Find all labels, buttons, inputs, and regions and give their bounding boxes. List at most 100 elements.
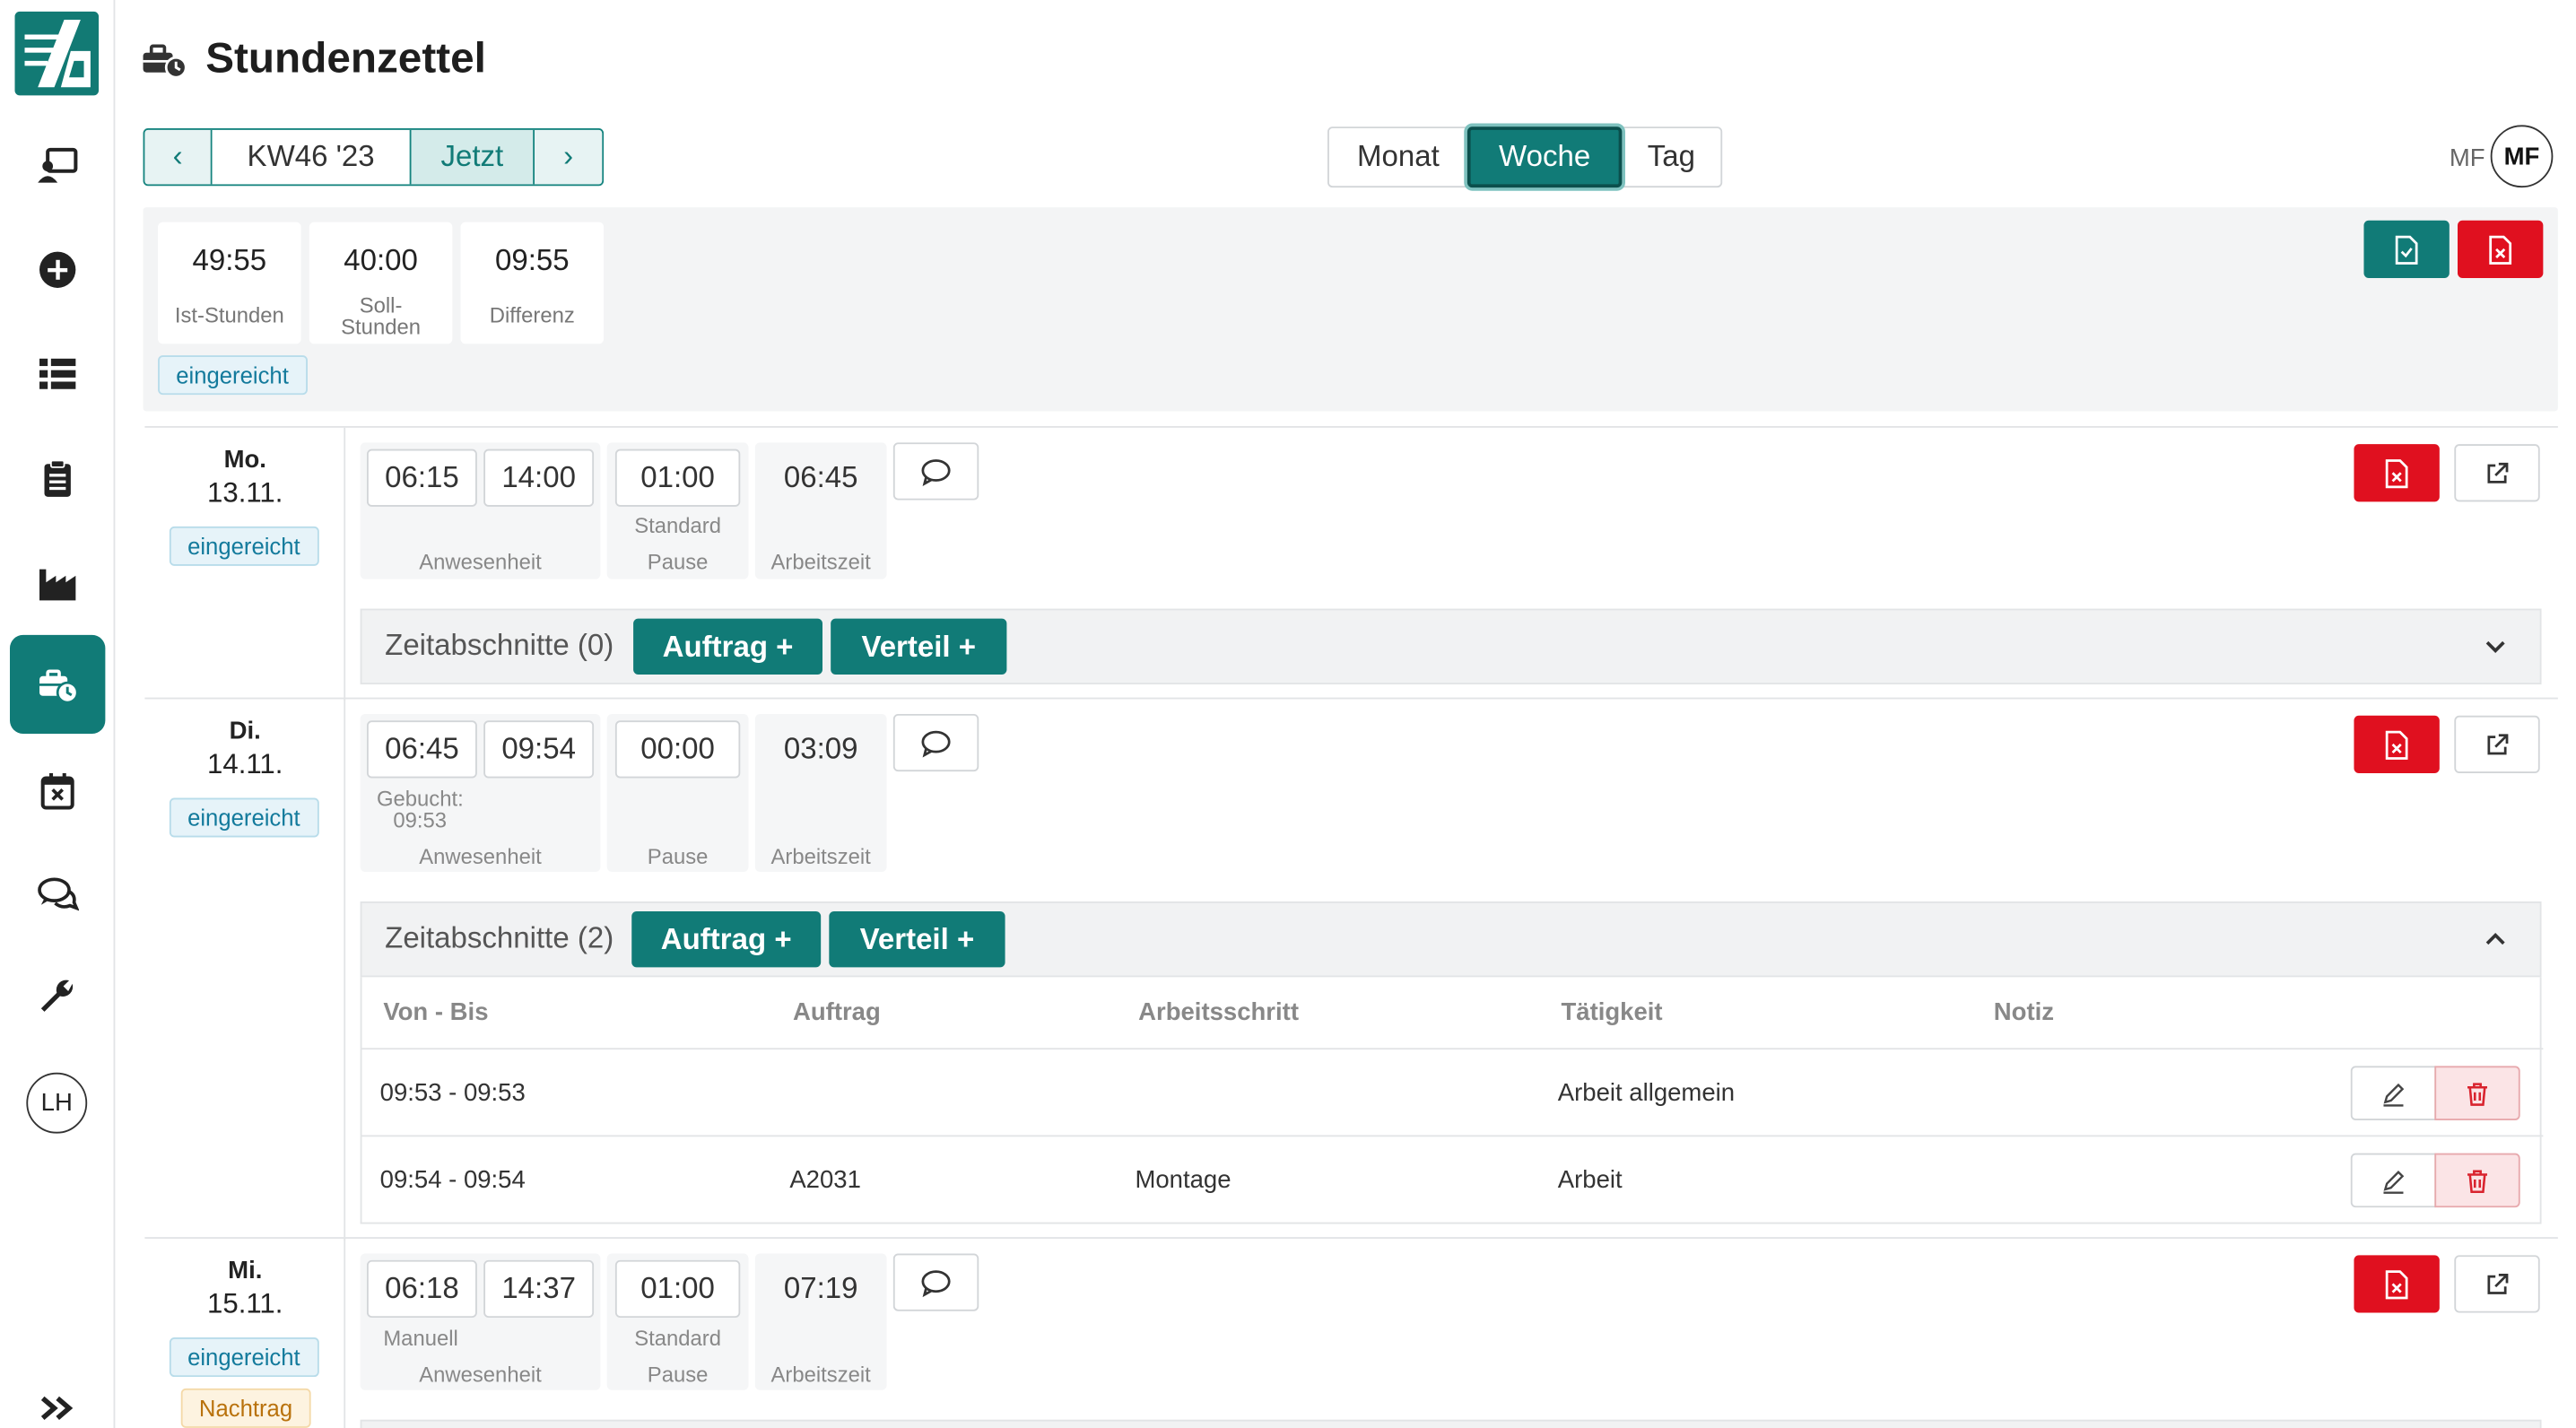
pause-label: Pause xyxy=(647,549,709,575)
end-time[interactable]: 14:00 xyxy=(483,448,595,507)
cell-auftrag: A2031 xyxy=(789,1166,861,1195)
end-time[interactable]: 14:37 xyxy=(483,1259,595,1319)
start-time[interactable]: 06:18 xyxy=(366,1259,477,1319)
col-notiz: Notiz xyxy=(1993,998,2055,1027)
stat-differenz: 09:55 Differenz xyxy=(460,222,605,344)
table-row: 09:53 - 09:53 Arbeit allgemein xyxy=(361,1048,2544,1135)
now-button[interactable]: Jetzt xyxy=(411,129,535,185)
day-date: 15.11. xyxy=(207,1288,283,1319)
sidebar-item-clipboard[interactable] xyxy=(10,430,105,528)
sidebar-item-timesheet[interactable] xyxy=(10,634,106,734)
stat-value: 49:55 xyxy=(192,243,267,277)
pencil-icon xyxy=(2383,1082,2405,1106)
sidebar-item-absence[interactable] xyxy=(10,742,105,840)
approve-week-button[interactable] xyxy=(2363,220,2450,278)
sidebar-item-settings[interactable] xyxy=(10,947,105,1046)
attendance-label: Anwesenheit xyxy=(419,1362,542,1388)
reject-week-button[interactable] xyxy=(2457,220,2544,278)
booked-label: Gebucht: xyxy=(376,786,464,812)
work-time: 03:09 xyxy=(783,732,858,765)
user-initials-text: MF xyxy=(2449,144,2485,173)
stat-label-line2: Stunden xyxy=(341,314,421,339)
pause-time[interactable]: 01:00 xyxy=(614,1259,741,1319)
day-date: 13.11. xyxy=(207,476,283,509)
open-day-button[interactable] xyxy=(2454,444,2540,502)
pause-time[interactable]: 00:00 xyxy=(614,720,741,779)
comment-button[interactable] xyxy=(892,1253,979,1311)
cell-von-bis: 09:54 - 09:54 xyxy=(379,1166,526,1195)
view-day-button[interactable]: Tag xyxy=(1622,128,1720,186)
attendance-label: Anwesenheit xyxy=(419,843,542,869)
pause-label: Pause xyxy=(647,1362,709,1388)
pause-time[interactable]: 01:00 xyxy=(614,448,741,507)
sidebar-item-terminal[interactable] xyxy=(10,115,105,213)
sidebar-item-list[interactable] xyxy=(10,324,105,422)
comment-button[interactable] xyxy=(892,713,979,772)
comment-icon xyxy=(921,1269,951,1297)
user-avatar[interactable]: MF xyxy=(2490,125,2554,188)
day-info: Mo. 13.11. eingereicht xyxy=(144,427,346,701)
stat-value: 40:00 xyxy=(344,243,418,277)
view-month-button[interactable]: Monat xyxy=(1329,128,1467,186)
col-taetigkeit: Tätigkeit xyxy=(1561,998,1663,1027)
next-week-button[interactable]: › xyxy=(535,129,603,185)
start-time[interactable]: 06:45 xyxy=(366,720,477,779)
zeitabschnitte-bar[interactable]: Zeitabschnitte (0) Auftrag + Verteil + xyxy=(360,608,2542,684)
timesheet-icon xyxy=(39,669,79,704)
add-verteil-button[interactable]: Verteil + xyxy=(831,618,1007,675)
chevron-up-icon[interactable] xyxy=(2484,927,2507,951)
pause-label: Pause xyxy=(647,843,709,869)
file-x-icon xyxy=(2385,729,2408,759)
cell-arbeitsschritt: Montage xyxy=(1135,1166,1231,1195)
table-row: 09:54 - 09:54 A2031 Montage Arbeit xyxy=(361,1135,2544,1222)
edit-row-button[interactable] xyxy=(2350,1066,2437,1120)
open-day-button[interactable] xyxy=(2454,715,2540,773)
status-badge: eingereicht xyxy=(158,355,308,396)
reject-day-button[interactable] xyxy=(2354,715,2440,773)
stat-value: 09:55 xyxy=(494,243,570,277)
prev-week-button[interactable]: ‹ xyxy=(144,129,213,185)
cell-taetigkeit: Arbeit allgemein xyxy=(1557,1079,1736,1108)
sidebar-user-avatar[interactable]: LH xyxy=(26,1072,88,1134)
nachtrag-badge: Nachtrag xyxy=(180,1388,311,1428)
day-date: 14.11. xyxy=(207,748,283,780)
delete-row-button[interactable] xyxy=(2434,1066,2520,1120)
view-week-button[interactable]: Woche xyxy=(1466,126,1623,188)
file-x-icon xyxy=(2489,234,2512,264)
attendance-label: Anwesenheit xyxy=(419,549,542,575)
booked-value: 09:53 xyxy=(393,807,448,833)
delete-row-button[interactable] xyxy=(2434,1153,2520,1208)
stat-soll-stunden: 40:00 Soll- Stunden xyxy=(309,222,453,344)
open-day-button[interactable] xyxy=(2454,1255,2540,1313)
add-auftrag-button[interactable]: Auftrag + xyxy=(633,618,822,675)
worktime-label: Arbeitszeit xyxy=(770,843,871,869)
edit-row-button[interactable] xyxy=(2350,1153,2437,1208)
app-logo[interactable] xyxy=(14,11,100,96)
add-verteil-button[interactable]: Verteil + xyxy=(829,911,1005,968)
sidebar-item-new[interactable] xyxy=(10,221,105,319)
comment-button[interactable] xyxy=(892,442,979,501)
sidebar-item-chat[interactable] xyxy=(10,846,105,945)
day-info: Mi. 15.11. eingereicht Nachtrag xyxy=(144,1239,346,1428)
start-time[interactable]: 06:15 xyxy=(366,448,477,507)
day-status-badge: eingereicht xyxy=(169,526,318,566)
day-name: Mo. xyxy=(223,446,266,475)
chat-icon xyxy=(38,877,80,911)
chevron-down-icon[interactable] xyxy=(2484,635,2507,658)
reject-day-button[interactable] xyxy=(2354,1255,2440,1313)
week-label[interactable]: KW46 '23 xyxy=(212,129,412,185)
calendar-x-icon xyxy=(40,772,74,810)
day-row-wednesday: Mi. 15.11. eingereicht Nachtrag 06:18 14… xyxy=(144,1237,2558,1428)
day-status-badge: eingereicht xyxy=(169,1337,318,1378)
add-auftrag-button[interactable]: Auftrag + xyxy=(631,911,822,968)
end-time[interactable]: 09:54 xyxy=(483,720,595,779)
reject-day-button[interactable] xyxy=(2354,444,2440,502)
comment-icon xyxy=(921,458,951,486)
worktime-label: Arbeitszeit xyxy=(770,549,871,575)
zeitabschnitte-bar[interactable]: Zeitabschnitte (2) Auftrag + Verteil + xyxy=(360,901,2542,978)
sidebar-item-factory[interactable] xyxy=(10,533,105,631)
zeitabschnitte-bar[interactable] xyxy=(360,1419,2542,1428)
expand-sidebar-icon[interactable] xyxy=(36,1390,79,1426)
trash-icon xyxy=(2467,1169,2488,1193)
zeitabschnitte-table: Von - Bis Auftrag Arbeitsschritt Tätigke… xyxy=(360,977,2544,1224)
